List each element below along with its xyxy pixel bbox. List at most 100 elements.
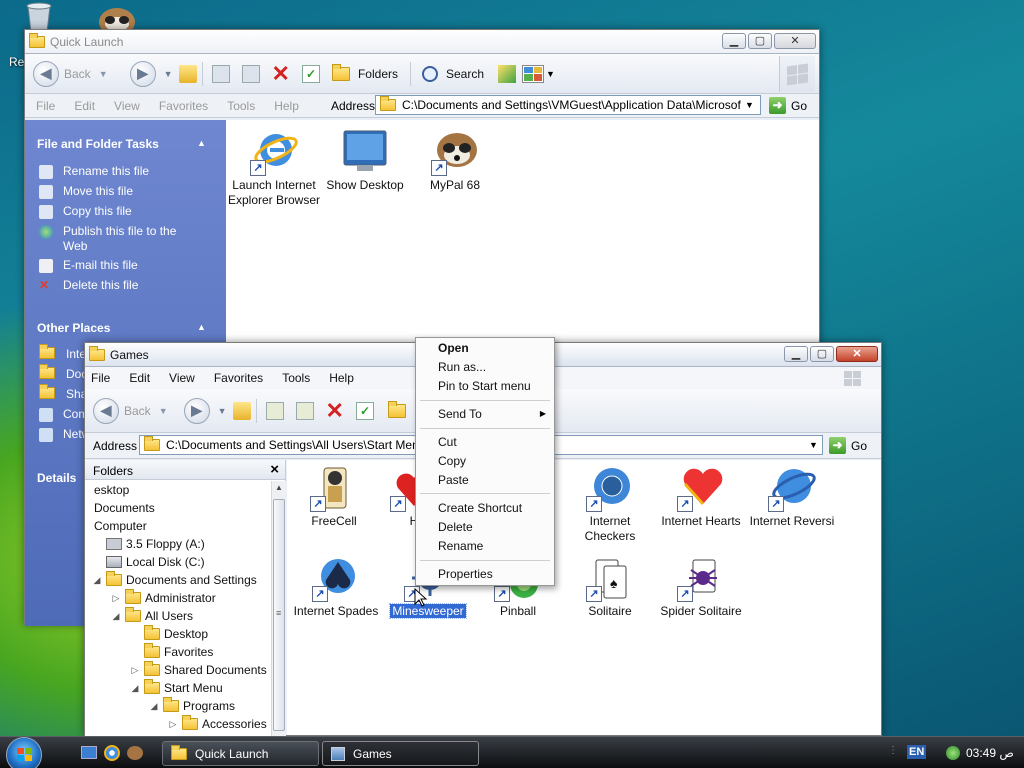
details-header[interactable]: Details bbox=[37, 471, 76, 485]
tree-expander-icon[interactable]: ▷ bbox=[110, 593, 122, 604]
menu-tools[interactable]: Tools bbox=[227, 99, 255, 113]
place-item[interactable]: Com bbox=[39, 407, 88, 422]
menu-edit[interactable]: Edit bbox=[129, 371, 150, 385]
language-indicator[interactable]: EN bbox=[907, 745, 927, 759]
go-arrow-icon[interactable]: ➜ bbox=[829, 437, 846, 454]
ctx-create-shortcut[interactable]: Create Shortcut bbox=[438, 501, 522, 515]
address-dropdown-icon[interactable]: ▼ bbox=[809, 440, 818, 450]
tree-item[interactable]: ▷ Accessories bbox=[167, 715, 267, 731]
forward-dropdown-icon[interactable]: ▼ bbox=[164, 69, 173, 79]
forward-button[interactable]: ▶ bbox=[129, 60, 156, 87]
ctx-delete[interactable]: Delete bbox=[438, 520, 473, 534]
task-publish[interactable]: Publish this file to the Web bbox=[39, 224, 199, 254]
address-dropdown-icon[interactable]: ▼ bbox=[745, 100, 754, 110]
ctx-open[interactable]: Open bbox=[438, 341, 469, 355]
taskbar-games[interactable]: Games bbox=[322, 741, 479, 766]
tree-item[interactable]: Documents bbox=[85, 501, 155, 515]
start-orb-icon[interactable] bbox=[6, 737, 42, 768]
ie-shortcut[interactable]: ↗ Launch Internet Explorer Browser bbox=[227, 128, 321, 208]
recycle-bin-icon[interactable] bbox=[20, 2, 58, 33]
folders-label[interactable]: Folders bbox=[358, 67, 398, 81]
go-arrow-icon[interactable]: ➜ bbox=[769, 97, 786, 114]
tree-item[interactable]: ▷ Shared Documents bbox=[129, 661, 267, 677]
search-label[interactable]: Search bbox=[446, 67, 484, 81]
tree-item[interactable]: Desktop bbox=[129, 625, 208, 641]
menu-edit[interactable]: Edit bbox=[74, 99, 95, 113]
tree-scrollbar[interactable]: ▲ ≡ bbox=[271, 481, 286, 736]
collapse-chevron-icon[interactable]: ▲ bbox=[197, 138, 206, 148]
menu-favorites[interactable]: Favorites bbox=[214, 371, 263, 385]
tree-item[interactable]: ◢ Programs bbox=[148, 697, 235, 713]
mypal-quicklaunch-icon[interactable] bbox=[127, 746, 143, 760]
menu-help[interactable]: Help bbox=[274, 99, 299, 113]
game-shortcut-internet-checkers[interactable]: ↗ Internet Checkers bbox=[563, 464, 657, 544]
tree-item[interactable]: ◢ Documents and Settings bbox=[91, 571, 257, 587]
tree-item[interactable]: Favorites bbox=[129, 643, 213, 659]
folders-icon[interactable] bbox=[387, 400, 406, 418]
game-shortcut-internet-hearts[interactable]: ↗ Internet Hearts bbox=[654, 464, 748, 529]
tree-item[interactable]: ▷ Administrator bbox=[110, 589, 216, 605]
mypal-shortcut[interactable]: ↗ MyPal 68 bbox=[408, 128, 502, 193]
delete-icon[interactable]: ✕ bbox=[272, 62, 290, 84]
close-button[interactable]: ✕ bbox=[774, 33, 816, 49]
scroll-thumb[interactable]: ≡ bbox=[273, 499, 285, 731]
tree-item[interactable]: Local Disk (C:) bbox=[91, 555, 205, 569]
place-item[interactable]: Netw bbox=[39, 427, 90, 442]
back-button[interactable]: ◀ bbox=[93, 397, 119, 424]
scroll-up-icon[interactable]: ▲ bbox=[275, 483, 283, 492]
ctx-rename[interactable]: Rename bbox=[438, 539, 483, 553]
tree-item[interactable]: 3.5 Floppy (A:) bbox=[91, 537, 205, 551]
game-shortcut-internet-reversi[interactable]: ↗ Internet Reversi bbox=[745, 464, 839, 529]
clock[interactable]: ص 03:49 bbox=[966, 746, 1014, 760]
taskbar-quick-launch[interactable]: Quick Launch bbox=[162, 741, 319, 766]
views-dropdown-icon[interactable]: ▼ bbox=[546, 69, 555, 79]
ctx-paste[interactable]: Paste bbox=[438, 473, 469, 487]
game-shortcut-solitaire[interactable]: ♠ ↗ Solitaire bbox=[563, 554, 657, 619]
ctx-send-to[interactable]: Send To bbox=[438, 407, 482, 421]
ie-quicklaunch-icon[interactable] bbox=[104, 745, 120, 761]
folders-icon[interactable] bbox=[331, 63, 350, 81]
up-folder-icon[interactable] bbox=[178, 64, 197, 83]
copy-to-icon[interactable] bbox=[295, 401, 314, 420]
address-input[interactable]: C:\Documents and Settings\VMGuest\Applic… bbox=[375, 95, 761, 115]
collapse-chevron-icon[interactable]: ▲ bbox=[197, 322, 206, 332]
task-email[interactable]: E-mail this file bbox=[39, 258, 138, 273]
folders-pane-close-icon[interactable]: × bbox=[270, 461, 279, 478]
menu-help[interactable]: Help bbox=[329, 371, 354, 385]
menu-file[interactable]: File bbox=[36, 99, 55, 113]
go-button[interactable]: Go bbox=[851, 439, 867, 453]
search-icon[interactable] bbox=[421, 65, 438, 82]
other-places-header[interactable]: Other Places bbox=[37, 321, 110, 335]
tree-item[interactable]: esktop bbox=[85, 483, 129, 497]
ctx-run-as[interactable]: Run as... bbox=[438, 360, 486, 374]
move-to-icon[interactable] bbox=[211, 64, 230, 83]
back-dropdown-icon[interactable]: ▼ bbox=[99, 69, 108, 79]
menu-favorites[interactable]: Favorites bbox=[159, 99, 208, 113]
tree-item[interactable]: ◢ Start Menu bbox=[129, 679, 223, 695]
back-button[interactable]: ◀ bbox=[33, 60, 59, 87]
place-item[interactable]: Doc bbox=[39, 364, 87, 381]
ctx-cut[interactable]: Cut bbox=[438, 435, 457, 449]
show-desktop-quicklaunch-icon[interactable] bbox=[81, 746, 97, 759]
forward-button[interactable]: ▶ bbox=[183, 397, 210, 424]
undo-check-icon[interactable]: ✓ bbox=[301, 64, 320, 83]
views-icon[interactable] bbox=[522, 64, 545, 83]
ctx-properties[interactable]: Properties bbox=[438, 567, 493, 581]
menu-file[interactable]: File bbox=[91, 371, 110, 385]
tree-expander-icon[interactable]: ◢ bbox=[148, 701, 160, 712]
games-content[interactable]: ↗ FreeCell ↗ H ↗ Internet Checkers ↗ Internet H… bbox=[287, 460, 881, 735]
move-to-icon[interactable] bbox=[265, 401, 284, 420]
up-folder-icon[interactable] bbox=[232, 401, 251, 420]
tree-expander-icon[interactable]: ◢ bbox=[91, 575, 103, 586]
volume-icon[interactable] bbox=[946, 746, 960, 760]
back-dropdown-icon[interactable]: ▼ bbox=[159, 406, 168, 416]
task-delete[interactable]: ✕ Delete this file bbox=[39, 278, 138, 292]
undo-check-icon[interactable]: ✓ bbox=[355, 401, 374, 420]
minimize-button[interactable]: ▁ bbox=[784, 346, 808, 362]
menu-view[interactable]: View bbox=[169, 371, 195, 385]
sync-icon[interactable] bbox=[498, 64, 517, 83]
delete-icon[interactable]: ✕ bbox=[326, 399, 344, 421]
close-button[interactable]: ✕ bbox=[836, 346, 878, 362]
task-rename[interactable]: Rename this file bbox=[39, 164, 149, 179]
quick-launch-titlebar[interactable]: Quick Launch ▁ ▢ ✕ bbox=[25, 30, 819, 54]
